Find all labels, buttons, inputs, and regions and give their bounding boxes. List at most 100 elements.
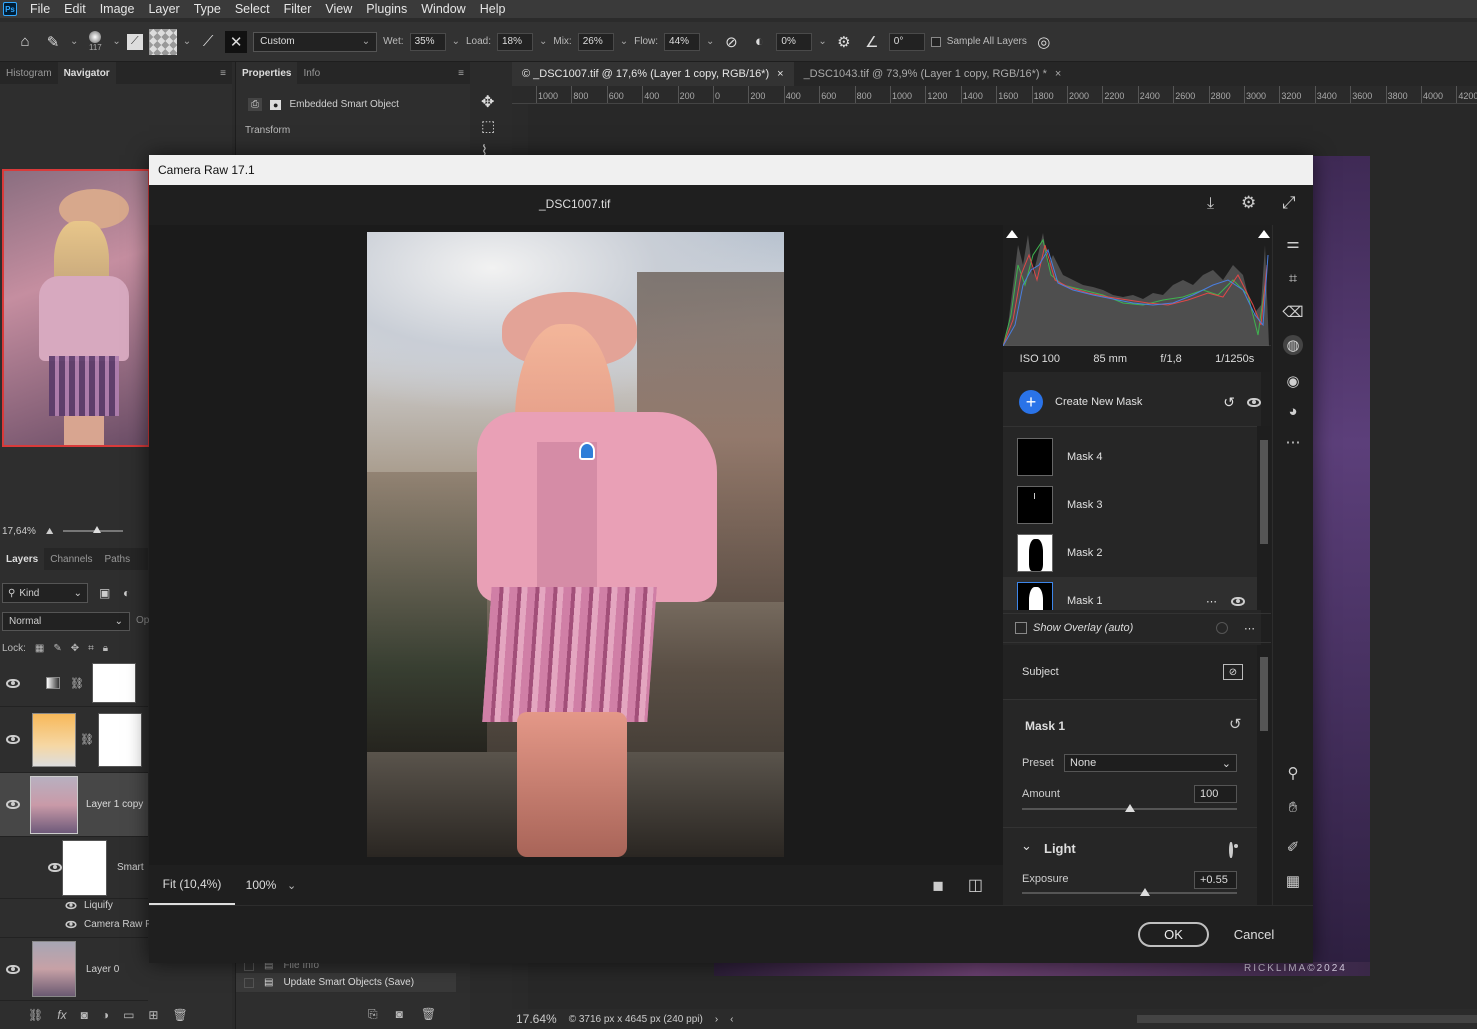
current-brush-load-swatch[interactable] (148, 28, 177, 55)
load-brush-icon[interactable]: ⟋ (197, 31, 219, 53)
layer-mask-thumbnail[interactable] (91, 663, 136, 703)
wet-field[interactable]: 35% (409, 32, 446, 51)
tab-properties[interactable]: Properties (236, 62, 298, 84)
filter-item-liquify[interactable]: Liquify (64, 900, 113, 911)
navigator-zoom-slider[interactable] (63, 526, 124, 533)
hand-icon[interactable]: ✋︎ (1283, 797, 1303, 817)
highlight-clipping-icon[interactable] (1258, 230, 1270, 238)
list-item[interactable]: Mask 2 (1003, 529, 1257, 577)
group-folder-icon[interactable]: ▭ (123, 1008, 134, 1022)
menu-help[interactable]: Help (473, 2, 513, 16)
light-section-title[interactable]: Light (1044, 841, 1076, 856)
trash-icon[interactable]: 🗑︎ (421, 1007, 436, 1022)
smoothing-field[interactable]: 0% (776, 32, 813, 51)
link-layers-icon[interactable]: ⛓ (28, 1008, 43, 1022)
close-icon[interactable]: × (1055, 68, 1061, 80)
chevron-right-icon[interactable]: › (715, 1014, 718, 1025)
before-after-icon[interactable]: ◫ (968, 875, 983, 895)
menu-type[interactable]: Type (187, 2, 228, 16)
link-icon[interactable]: ⛓ (80, 733, 94, 746)
lock-artboard-icon[interactable]: ⌗ (88, 643, 94, 654)
crop-icon[interactable]: ⌗ (1283, 268, 1303, 288)
chevron-down-icon[interactable]: ⌄ (539, 36, 547, 47)
settings-scrollbar[interactable] (1257, 645, 1271, 905)
status-document-info[interactable]: © 3716 px x 4645 px (240 ppi) (569, 1014, 703, 1025)
document-tab[interactable]: _DSC1043.tif @ 73,9% (Layer 1 copy, RGB/… (794, 62, 1072, 86)
cancel-button[interactable]: Cancel (1229, 922, 1279, 947)
visibility-eye-icon[interactable] (1247, 397, 1261, 407)
chevron-down-icon[interactable]: ⌄ (620, 36, 628, 47)
flow-field[interactable]: 44% (664, 32, 701, 51)
tab-paths[interactable]: Paths (99, 548, 137, 570)
exposure-slider[interactable] (1022, 892, 1237, 894)
tab-channels[interactable]: Channels (44, 548, 98, 570)
zoom-icon[interactable]: ⚲ (1283, 763, 1303, 783)
grid-icon[interactable]: ▦ (1283, 871, 1303, 891)
list-item[interactable]: Mask 4 (1003, 433, 1257, 481)
trash-icon[interactable]: 🗑︎ (172, 1008, 187, 1022)
fx-icon[interactable]: fx (57, 1008, 66, 1022)
link-icon[interactable]: ⛓ (70, 677, 84, 690)
layer-thumbnail[interactable] (32, 941, 76, 997)
document-tab-active[interactable]: © _DSC1007.tif @ 17,6% (Layer 1 copy, RG… (512, 62, 794, 86)
visibility-eye-icon[interactable] (65, 901, 77, 910)
home-icon[interactable]: ⌂ (14, 31, 36, 53)
mix-field[interactable]: 26% (577, 32, 614, 51)
navigator-zoom-value[interactable]: 17,64% (2, 526, 36, 537)
more-options-icon[interactable]: ⋯ (1244, 622, 1255, 635)
lock-transparency-icon[interactable]: ▦ (35, 643, 44, 654)
visibility-eye-icon[interactable] (6, 800, 20, 809)
chevron-down-icon[interactable]: ⌄ (818, 36, 826, 47)
adjustment-layer-icon[interactable]: ◑ (102, 1008, 109, 1022)
mask-pin-icon[interactable] (579, 442, 595, 460)
visibility-eye-icon[interactable] (48, 863, 62, 872)
load-field[interactable]: 18% (496, 32, 533, 51)
more-options-icon[interactable]: ⋯ (1283, 432, 1303, 452)
preset-select[interactable]: Custom ⌄ (253, 31, 378, 52)
create-new-mask-label[interactable]: Create New Mask (1055, 396, 1142, 408)
layer-row[interactable]: ⛓ (0, 707, 148, 773)
chevron-down-icon[interactable]: ⌄ (287, 879, 296, 892)
masking-icon[interactable]: ◍ (1283, 335, 1303, 355)
shadow-clipping-icon[interactable] (1006, 230, 1018, 238)
blend-mode-select[interactable]: Normal ⌄ (2, 612, 130, 631)
layer-row[interactable]: Layer 0 (0, 937, 148, 1001)
red-eye-icon[interactable]: ◉ (1283, 371, 1303, 391)
history-snapshot-box[interactable] (244, 977, 254, 988)
menu-window[interactable]: Window (414, 2, 472, 16)
ok-button[interactable]: OK (1138, 922, 1209, 947)
fullscreen-icon[interactable]: ⤢ (1282, 193, 1296, 213)
scrollbar-thumb[interactable] (1260, 440, 1268, 544)
move-tool-icon[interactable]: ✥ (481, 92, 494, 112)
layer-name[interactable]: Layer 1 copy (86, 799, 143, 810)
smoothing-icon[interactable]: ◐ (748, 31, 770, 53)
snapshot-camera-icon[interactable]: ◙ (396, 1007, 403, 1022)
zoom-fit-button[interactable]: Fit (10,4%) (149, 865, 235, 905)
smart-filter-mask-thumbnail[interactable] (62, 839, 107, 896)
presets-icon[interactable]: ◕ (1283, 401, 1303, 421)
slider-thumb[interactable] (1125, 804, 1135, 812)
create-new-mask-row[interactable]: + Create New Mask ↺ (1003, 380, 1271, 424)
reset-icon[interactable]: ↺ (1229, 715, 1242, 733)
layer-thumbnail[interactable] (30, 775, 78, 834)
slider-thumb[interactable] (93, 526, 102, 533)
preview-photo[interactable] (367, 232, 784, 857)
menu-edit[interactable]: Edit (57, 2, 93, 16)
filter-adjustment-icon[interactable]: ◐ (123, 586, 130, 600)
chevron-left-icon[interactable]: ‹ (730, 1014, 733, 1025)
scrollbar-thumb[interactable] (1260, 657, 1268, 731)
new-document-from-state-icon[interactable]: ⎘ (368, 1007, 378, 1022)
list-item-selected[interactable]: Mask 1 ⋯ (1003, 577, 1257, 610)
angle-field[interactable]: 0° (888, 32, 925, 51)
chevron-down-icon[interactable]: ⌄ (1021, 838, 1032, 854)
color-sampler-icon[interactable]: ✐ (1283, 837, 1303, 857)
tab-navigator[interactable]: Navigator (57, 62, 116, 84)
lock-position-icon[interactable]: ✥ (71, 643, 79, 654)
toggle-view-icon[interactable]: ◼ (932, 877, 944, 894)
lock-all-icon[interactable]: 🔒︎ (103, 643, 108, 654)
amount-field[interactable]: 100 (1194, 785, 1237, 803)
zoom-out-icon[interactable]: ⛰ (46, 526, 54, 537)
filter-image-icon[interactable]: ▣ (99, 586, 110, 600)
menu-view[interactable]: View (318, 2, 359, 16)
mixer-brush-tool-icon[interactable]: ✎ (42, 31, 64, 53)
